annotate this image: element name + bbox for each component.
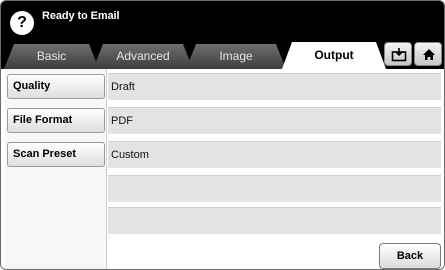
settings-labels-column <box>5 69 107 269</box>
tab-advanced[interactable]: Advanced <box>93 44 193 69</box>
empty-row <box>108 207 441 234</box>
settings-panel: Quality Draft File Format PDF Scan Prese… <box>1 69 444 269</box>
file-format-button[interactable]: File Format <box>7 108 105 133</box>
home-button[interactable] <box>414 42 442 66</box>
back-button[interactable]: Back <box>379 243 441 269</box>
tab-image[interactable]: Image <box>186 44 286 69</box>
email-output-screen: ? Ready to Email Basic Advanced Image Ou… <box>0 0 445 270</box>
tab-bar: Basic Advanced Image Output <box>1 39 444 69</box>
screen-title: Ready to Email <box>42 10 120 22</box>
help-icon[interactable]: ? <box>10 11 34 35</box>
quality-value: Draft <box>108 73 441 100</box>
quality-button[interactable]: Quality <box>7 74 105 99</box>
header-bar: ? Ready to Email <box>1 1 444 39</box>
scan-preset-value: Custom <box>108 141 441 168</box>
home-icon <box>423 49 435 60</box>
tray-button[interactable] <box>384 42 412 66</box>
tray-icon <box>391 48 407 62</box>
empty-row <box>108 175 441 202</box>
scan-preset-button[interactable]: Scan Preset <box>7 142 105 167</box>
file-format-value: PDF <box>108 107 441 134</box>
tab-output[interactable]: Output <box>282 42 386 69</box>
tab-basic[interactable]: Basic <box>4 44 99 69</box>
